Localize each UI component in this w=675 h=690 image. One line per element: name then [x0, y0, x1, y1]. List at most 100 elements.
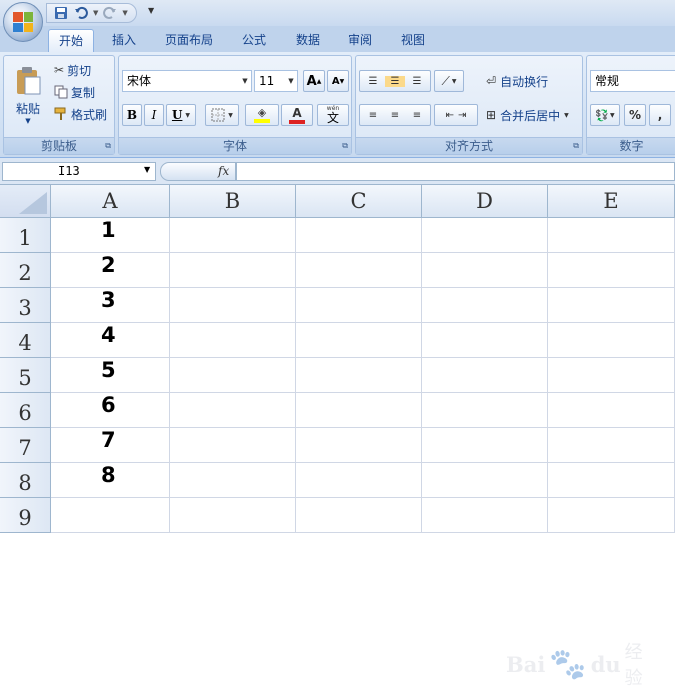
cell-d4[interactable] [422, 323, 548, 358]
alignment-launcher-icon[interactable]: ⧉ [573, 141, 579, 151]
cell-a3[interactable]: 3 [51, 288, 170, 323]
paste-button[interactable]: 粘贴 ▼ [8, 60, 48, 130]
column-header-e[interactable]: E [548, 185, 675, 218]
cell-c2[interactable] [296, 253, 422, 288]
align-bottom-icon[interactable]: ☰ [407, 76, 427, 87]
tab-data[interactable]: 数据 [287, 29, 329, 52]
office-button[interactable] [3, 2, 43, 42]
cell-d8[interactable] [422, 463, 548, 498]
comma-button[interactable]: , [649, 104, 671, 126]
cell-b4[interactable] [170, 323, 296, 358]
cell-e4[interactable] [548, 323, 675, 358]
row-header-4[interactable]: 4 [0, 323, 51, 358]
font-color-button[interactable]: A [281, 104, 313, 126]
row-header-9[interactable]: 9 [0, 498, 51, 533]
cell-b1[interactable] [170, 218, 296, 253]
cell-a5[interactable]: 5 [51, 358, 170, 393]
cell-b3[interactable] [170, 288, 296, 323]
cell-c3[interactable] [296, 288, 422, 323]
cell-c6[interactable] [296, 393, 422, 428]
cell-a6[interactable]: 6 [51, 393, 170, 428]
row-header-5[interactable]: 5 [0, 358, 51, 393]
cell-a2[interactable]: 2 [51, 253, 170, 288]
align-right-icon[interactable]: ≡ [407, 110, 427, 121]
tab-insert[interactable]: 插入 [102, 29, 146, 52]
cell-a8[interactable]: 8 [51, 463, 170, 498]
cell-a4[interactable]: 4 [51, 323, 170, 358]
borders-button[interactable]: ▼ [205, 104, 239, 126]
formula-input[interactable] [236, 162, 675, 181]
italic-button[interactable]: I [144, 104, 164, 126]
cell-d9[interactable] [422, 498, 548, 533]
grow-font-button[interactable]: A ▲ [303, 70, 325, 92]
cell-c1[interactable] [296, 218, 422, 253]
customize-qat-icon[interactable]: ▼ [148, 6, 154, 15]
clipboard-launcher-icon[interactable]: ⧉ [105, 141, 111, 151]
redo-icon[interactable] [102, 5, 118, 21]
cell-c7[interactable] [296, 428, 422, 463]
row-header-6[interactable]: 6 [0, 393, 51, 428]
insert-function-button[interactable]: fx [218, 164, 229, 178]
cell-a7[interactable]: 7 [51, 428, 170, 463]
align-left-icon[interactable]: ≡ [363, 110, 383, 121]
percent-button[interactable]: % [624, 104, 646, 126]
row-header-1[interactable]: 1 [0, 218, 51, 253]
cell-a1[interactable]: 1 [51, 218, 170, 253]
cell-c8[interactable] [296, 463, 422, 498]
bold-button[interactable]: B [122, 104, 142, 126]
wrap-text-button[interactable]: ⏎ 自动换行 [486, 70, 548, 92]
font-name-dropdown-icon[interactable]: ▼ [239, 71, 251, 91]
underline-button[interactable]: U ▼ [166, 104, 196, 126]
decrease-indent-icon[interactable]: ⇤ [446, 110, 454, 121]
column-header-b[interactable]: B [170, 185, 296, 218]
align-top-icon[interactable]: ☰ [363, 76, 383, 87]
cell-d5[interactable] [422, 358, 548, 393]
cell-e7[interactable] [548, 428, 675, 463]
font-size-combo[interactable]: 11 ▼ [254, 70, 298, 92]
fill-color-button[interactable]: ◈ [245, 104, 279, 126]
font-launcher-icon[interactable]: ⧉ [342, 141, 348, 151]
undo-icon[interactable] [73, 5, 89, 21]
cell-e6[interactable] [548, 393, 675, 428]
copy-button[interactable]: 复制 [54, 83, 95, 101]
cell-b9[interactable] [170, 498, 296, 533]
tab-view[interactable]: 视图 [392, 29, 434, 52]
cell-e1[interactable] [548, 218, 675, 253]
select-all-button[interactable] [0, 185, 51, 218]
cell-b8[interactable] [170, 463, 296, 498]
cell-b7[interactable] [170, 428, 296, 463]
number-format-combo[interactable]: 常规 [590, 70, 675, 92]
column-header-d[interactable]: D [422, 185, 548, 218]
row-header-3[interactable]: 3 [0, 288, 51, 323]
cell-e5[interactable] [548, 358, 675, 393]
merge-center-button[interactable]: ⊞ 合并后居中 ▼ [486, 104, 569, 126]
tab-page-layout[interactable]: 页面布局 [158, 29, 220, 52]
cell-c4[interactable] [296, 323, 422, 358]
cell-b5[interactable] [170, 358, 296, 393]
row-header-2[interactable]: 2 [0, 253, 51, 288]
cell-c9[interactable] [296, 498, 422, 533]
format-painter-button[interactable]: 格式刷 [54, 105, 107, 123]
cut-button[interactable]: ✂ 剪切 [54, 61, 91, 79]
cell-d3[interactable] [422, 288, 548, 323]
redo-dropdown-icon[interactable]: ▼ [122, 9, 127, 17]
cell-e3[interactable] [548, 288, 675, 323]
save-icon[interactable] [53, 5, 69, 21]
cell-d1[interactable] [422, 218, 548, 253]
name-box-dropdown-icon[interactable]: ▼ [144, 165, 150, 174]
increase-indent-icon[interactable]: ⇥ [458, 110, 466, 121]
align-center-icon[interactable]: ≡ [385, 110, 405, 121]
cell-c5[interactable] [296, 358, 422, 393]
cell-d6[interactable] [422, 393, 548, 428]
accounting-format-button[interactable]: 💱 ▼ [590, 104, 620, 126]
orientation-button[interactable]: ⟋ ▼ [434, 70, 464, 92]
row-header-8[interactable]: 8 [0, 463, 51, 498]
cell-a9[interactable] [51, 498, 170, 533]
shrink-font-button[interactable]: A ▼ [327, 70, 349, 92]
font-size-dropdown-icon[interactable]: ▼ [285, 71, 297, 91]
column-header-a[interactable]: A [51, 185, 170, 218]
cell-d2[interactable] [422, 253, 548, 288]
font-name-combo[interactable]: 宋体 ▼ [122, 70, 252, 92]
cell-d7[interactable] [422, 428, 548, 463]
cell-e9[interactable] [548, 498, 675, 533]
